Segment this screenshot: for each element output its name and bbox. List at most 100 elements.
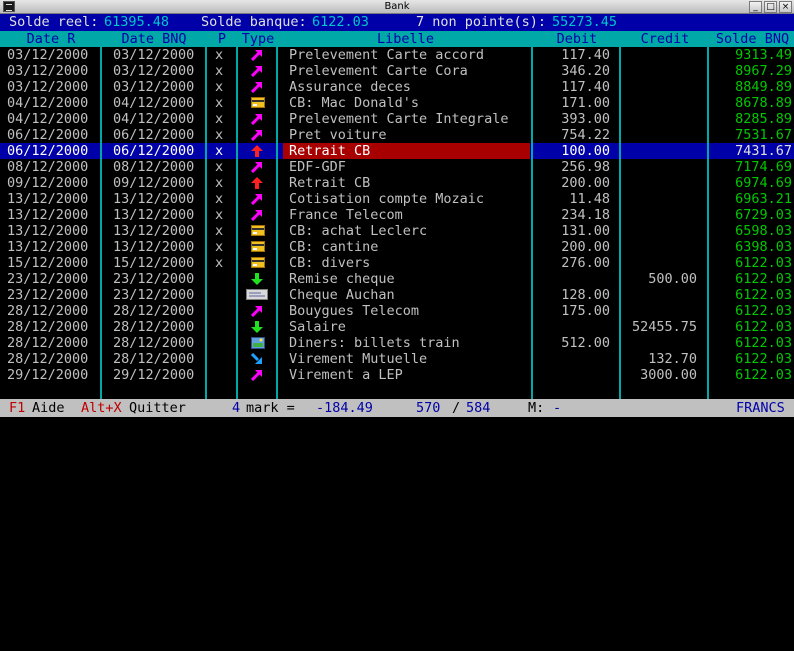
table-row-selected[interactable]: 06/12/2000 06/12/2000 x Retrait CB 100.00 743… bbox=[0, 143, 794, 159]
cell-debit: 175.00 bbox=[561, 303, 610, 319]
magenta-arrow-icon bbox=[251, 161, 263, 173]
col-type[interactable]: Type bbox=[240, 31, 276, 47]
mark-count: 4 bbox=[232, 400, 241, 416]
cell-date-r: 28/12/2000 bbox=[7, 351, 89, 367]
cell-debit: 117.40 bbox=[561, 79, 610, 95]
cell-credit bbox=[622, 127, 697, 143]
altx-label[interactable]: Quitter bbox=[129, 399, 186, 417]
table-row[interactable]: 28/12/2000 28/12/2000 Salaire 52455.75 6122.… bbox=[0, 319, 794, 335]
cell-debit: 131.00 bbox=[561, 223, 610, 239]
cell-credit: 3000.00 bbox=[640, 367, 697, 383]
cell-date-r: 23/12/2000 bbox=[7, 287, 89, 303]
cell-type bbox=[246, 111, 268, 127]
minimize-button[interactable]: _ bbox=[749, 1, 762, 13]
cell-solde-bnq: 7531.67 bbox=[735, 127, 792, 143]
cell-date-bnq: 13/12/2000 bbox=[113, 223, 195, 239]
table-row[interactable]: 13/12/2000 13/12/2000 x France Telecom 234.1… bbox=[0, 207, 794, 223]
cell-type bbox=[246, 127, 268, 143]
cell-solde-bnq: 8678.89 bbox=[735, 95, 792, 111]
table-row[interactable]: 23/12/2000 23/12/2000 Cheque Auchan 128.00 6… bbox=[0, 287, 794, 303]
column-separator bbox=[531, 31, 533, 399]
status-bar: F1 Aide Alt+X Quitter 4 mark = -184.49 5… bbox=[0, 399, 794, 417]
table-row[interactable]: 28/12/2000 28/12/2000 Bouygues Telecom 175.… bbox=[0, 303, 794, 319]
cell-type bbox=[246, 47, 268, 63]
table-row[interactable]: 03/12/2000 03/12/2000 x Prelevement Carte a… bbox=[0, 47, 794, 63]
cell-type bbox=[246, 319, 268, 335]
magenta-arrow-icon bbox=[251, 49, 263, 61]
f1-label[interactable]: Aide bbox=[32, 399, 65, 417]
cell-type bbox=[246, 367, 268, 383]
solde-banque-label: Solde banque: bbox=[201, 14, 307, 30]
cell-debit bbox=[534, 271, 610, 287]
cell-date-bnq: 03/12/2000 bbox=[113, 63, 195, 79]
column-separator bbox=[619, 31, 621, 399]
col-credit[interactable]: Credit bbox=[623, 31, 707, 47]
cell-date-bnq: 03/12/2000 bbox=[113, 79, 195, 95]
table-row[interactable]: 28/12/2000 28/12/2000 Diners: billets trai… bbox=[0, 335, 794, 351]
col-date-r[interactable]: Date R bbox=[2, 31, 100, 47]
cell-solde-bnq: 7431.67 bbox=[735, 143, 792, 159]
cell-libelle: Virement a LEP bbox=[289, 367, 403, 383]
non-pointe-label: 7 non pointe(s): bbox=[416, 14, 547, 30]
table-row[interactable]: 23/12/2000 23/12/2000 Remise cheque 500.00 6… bbox=[0, 271, 794, 287]
table-row[interactable]: 04/12/2000 04/12/2000 x CB: Mac Donald's 171… bbox=[0, 95, 794, 111]
altx-key[interactable]: Alt+X bbox=[81, 399, 122, 417]
cell-date-r: 03/12/2000 bbox=[7, 79, 89, 95]
cell-solde-bnq: 7174.69 bbox=[735, 159, 792, 175]
table-row[interactable]: 13/12/2000 13/12/2000 x CB: achat Leclerc 13… bbox=[0, 223, 794, 239]
cell-credit bbox=[622, 63, 697, 79]
balance-summary-bar: Solde reel: 61395.48 Solde banque: 6122.… bbox=[0, 14, 794, 31]
cell-solde-bnq: 6122.03 bbox=[735, 319, 792, 335]
cell-date-r: 29/12/2000 bbox=[7, 367, 89, 383]
cell-debit: 200.00 bbox=[561, 175, 610, 191]
red-up-arrow-icon bbox=[251, 177, 263, 189]
table-row[interactable]: 13/12/2000 13/12/2000 x Cotisation compte M… bbox=[0, 191, 794, 207]
table-row[interactable]: 08/12/2000 08/12/2000 x EDF-GDF 256.98 7174.6… bbox=[0, 159, 794, 175]
cell-type bbox=[246, 223, 268, 239]
cell-libelle: EDF-GDF bbox=[289, 159, 346, 175]
cell-solde-bnq: 8967.29 bbox=[735, 63, 792, 79]
table-row[interactable]: 29/12/2000 29/12/2000 Virement a LEP 3000.0… bbox=[0, 367, 794, 383]
col-p[interactable]: P bbox=[208, 31, 236, 47]
table-row[interactable]: 04/12/2000 04/12/2000 x Prelevement Carte I… bbox=[0, 111, 794, 127]
col-libelle[interactable]: Libelle bbox=[280, 31, 531, 47]
cell-type bbox=[246, 303, 268, 319]
currency-label: FRANCS bbox=[736, 400, 785, 416]
table-row[interactable]: 03/12/2000 03/12/2000 x Assurance deces 117.… bbox=[0, 79, 794, 95]
cell-type bbox=[246, 351, 268, 367]
cell-pointe: x bbox=[215, 207, 224, 223]
cell-date-bnq: 13/12/2000 bbox=[113, 191, 195, 207]
col-solde-bnq[interactable]: Solde BNQ bbox=[711, 31, 794, 47]
col-date-bnq[interactable]: Date BNQ bbox=[104, 31, 204, 47]
blue-down-arrow-icon bbox=[251, 353, 263, 365]
column-separator bbox=[236, 31, 238, 399]
cell-credit: 132.70 bbox=[648, 351, 697, 367]
cell-solde-bnq: 6598.03 bbox=[735, 223, 792, 239]
solde-reel-label: Solde reel: bbox=[9, 14, 99, 30]
cell-date-bnq: 13/12/2000 bbox=[113, 239, 195, 255]
cell-solde-bnq: 6974.69 bbox=[735, 175, 792, 191]
col-debit[interactable]: Debit bbox=[535, 31, 619, 47]
maximize-icon: □ bbox=[766, 2, 775, 12]
f1-key[interactable]: F1 bbox=[9, 399, 25, 417]
table-row[interactable]: 15/12/2000 15/12/2000 x CB: divers 276.00 612… bbox=[0, 255, 794, 271]
solde-reel-value: 61395.48 bbox=[104, 14, 170, 30]
cell-type bbox=[246, 95, 268, 111]
cell-type bbox=[246, 159, 268, 175]
table-row[interactable]: 09/12/2000 09/12/2000 x Retrait CB 200.00 697… bbox=[0, 175, 794, 191]
window-titlebar[interactable]: Bank _ □ × bbox=[0, 0, 794, 14]
maximize-button[interactable]: □ bbox=[764, 1, 777, 13]
cell-libelle: Bouygues Telecom bbox=[289, 303, 420, 319]
cell-date-bnq: 06/12/2000 bbox=[113, 127, 195, 143]
table-row[interactable]: 03/12/2000 03/12/2000 x Prelevement Carte C… bbox=[0, 63, 794, 79]
table-row[interactable]: 28/12/2000 28/12/2000 Virement Mutuelle 132… bbox=[0, 351, 794, 367]
close-button[interactable]: × bbox=[779, 1, 792, 13]
table-row[interactable]: 13/12/2000 13/12/2000 x CB: cantine 200.00 63… bbox=[0, 239, 794, 255]
table-row[interactable]: 06/12/2000 06/12/2000 x Pret voiture 754.22 7… bbox=[0, 127, 794, 143]
cell-date-bnq: 28/12/2000 bbox=[113, 351, 195, 367]
cell-credit bbox=[622, 79, 697, 95]
cell-credit bbox=[622, 159, 697, 175]
cell-debit: 276.00 bbox=[561, 255, 610, 271]
cell-credit bbox=[622, 239, 697, 255]
cell-pointe: x bbox=[215, 47, 224, 63]
